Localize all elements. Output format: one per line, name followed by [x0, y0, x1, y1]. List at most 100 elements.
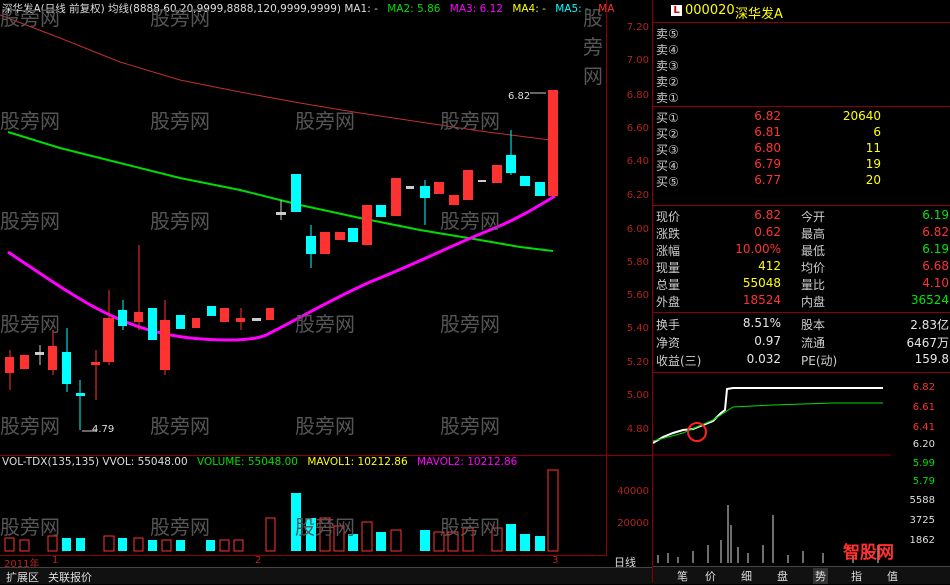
- candle: [320, 232, 330, 254]
- price-tick: 6.00: [626, 224, 649, 235]
- candle: [548, 90, 558, 196]
- order-book-row: 卖②: [656, 75, 679, 89]
- price-tick: 6.60: [626, 123, 649, 134]
- stock-name: 深华发A: [735, 7, 783, 22]
- watermark: 股旁网: [0, 109, 60, 133]
- candle: [391, 178, 401, 216]
- candle: [376, 205, 386, 217]
- badge-icon: L: [671, 5, 682, 16]
- tab-trend[interactable]: 势: [813, 568, 828, 584]
- watermark: 股旁网: [295, 109, 355, 133]
- stat-row: 现量 412 均价 6.68: [656, 259, 949, 275]
- candle: [335, 232, 345, 240]
- mini-tick: 6.20: [912, 439, 935, 450]
- intraday-mini-chart[interactable]: 6.82 6.61 6.41 6.20 5.99 5.79 5588 3725 …: [653, 375, 950, 565]
- tab-details[interactable]: 细: [741, 568, 752, 584]
- watermark: 股旁网: [440, 209, 500, 233]
- kline-chart[interactable]: 深华发A(日线 前复权) 均线(8888,60,20,9999,8888,120…: [0, 0, 614, 455]
- bottom-tab-bar: 扩展区 关联报价: [0, 567, 652, 584]
- price-tick: 5.20: [626, 357, 649, 368]
- order-book-row: 买④ 6.79 19: [656, 157, 881, 173]
- candle: [492, 165, 502, 183]
- candle: [76, 393, 85, 396]
- candle: [176, 315, 185, 329]
- high-price-label: 6.82: [508, 91, 531, 102]
- price-axis: 7.20 7.00 6.80 6.60 6.40 6.20 6.00 5.80 …: [606, 0, 653, 455]
- fundamental-row: 收益(三) 0.032 PE(动) 159.8: [656, 352, 949, 368]
- volume-svg: [4, 469, 559, 552]
- price-tick: 6.80: [626, 90, 649, 101]
- stat-row: 现价 6.82 今开 6.19: [656, 208, 949, 224]
- mini-tick: 6.41: [912, 422, 935, 433]
- tab-order-book[interactable]: 盘: [777, 568, 788, 584]
- order-book-row: 卖③: [656, 59, 679, 73]
- low-price-label: 4.79: [92, 424, 115, 435]
- kline-svg: [0, 14, 558, 432]
- order-book-row: 买① 6.82 20640: [656, 109, 881, 125]
- order-book-row: 买③ 6.80 11: [656, 141, 881, 157]
- candle: [478, 180, 486, 182]
- price-tick: 6.40: [626, 156, 649, 167]
- volume-chart[interactable]: VOL-TDX(135,135) VVOL: 55048.00 VOLUME: …: [0, 455, 606, 556]
- time-label-month: 1: [52, 555, 59, 566]
- fundamental-row: 净资 0.97 流通 6467万: [656, 334, 949, 350]
- brand-logo: 智股网: [843, 543, 894, 563]
- volume-tick: 40000: [617, 486, 649, 497]
- watermark: 股旁网: [295, 515, 355, 539]
- time-label-month: 2: [255, 555, 262, 566]
- tab-price-distribution[interactable]: 价: [705, 568, 716, 584]
- order-book-row: 卖⑤: [656, 27, 679, 41]
- mini-tick: 6.82: [912, 382, 935, 393]
- watermark: 股旁网: [0, 515, 60, 539]
- candle: [520, 176, 530, 186]
- stat-row: 总量 55048 量比 4.10: [656, 276, 949, 292]
- stat-row: 外盘 18524 内盘 36524: [656, 293, 949, 309]
- candle: [463, 170, 473, 200]
- watermark: 股旁网: [150, 515, 210, 539]
- order-book-row: 卖①: [656, 91, 679, 105]
- watermark: 股旁网: [0, 6, 60, 30]
- candle: [266, 308, 274, 320]
- volume-tick: 20000: [617, 518, 649, 529]
- quote-header: L 000020 深华发A: [653, 0, 950, 22]
- order-book-row: 买⑤ 6.77 20: [656, 173, 881, 189]
- candle: [291, 174, 301, 212]
- watermark: 股旁网: [583, 6, 603, 88]
- candle: [535, 182, 545, 196]
- candle: [348, 228, 358, 242]
- candle: [148, 308, 157, 340]
- watermark: 股旁网: [150, 109, 210, 133]
- mini-tick: 6.61: [912, 402, 935, 413]
- tab-tick-trades[interactable]: 笔: [677, 568, 688, 584]
- candle: [252, 318, 261, 321]
- time-label-month: 3: [552, 555, 559, 566]
- candle: [434, 182, 444, 194]
- watermark: 股旁网: [150, 6, 210, 30]
- candle: [406, 186, 414, 189]
- quote-panel: L 000020 深华发A 卖⑤ 卖④ 卖③ 卖② 卖① 买① 6.82 20640…: [652, 0, 950, 584]
- watermark: 股旁网: [440, 515, 500, 539]
- tab-index[interactable]: 指: [851, 568, 862, 584]
- price-tick: 4.80: [626, 424, 649, 435]
- mini-tick: 3725: [909, 515, 935, 526]
- price-tick: 6.20: [626, 190, 649, 201]
- order-book-row: 买② 6.81 6: [656, 125, 881, 141]
- mini-tick: 5588: [909, 495, 935, 506]
- watermark: 股旁网: [0, 312, 60, 336]
- order-book-row: 卖④: [656, 43, 679, 57]
- intraday-svg: [653, 387, 891, 563]
- candles: [5, 90, 558, 430]
- tab-value[interactable]: 值: [887, 568, 898, 584]
- stat-row: 涨跌 0.62 最高 6.82: [656, 225, 949, 241]
- watermark: 股旁网: [150, 414, 210, 438]
- stock-code: 000020: [685, 3, 735, 18]
- volume-axis: 40000 20000: [606, 455, 653, 556]
- watermark: 股旁网: [440, 109, 500, 133]
- intraday-avg-line: [653, 402, 883, 442]
- price-tick: 5.60: [626, 290, 649, 301]
- fundamental-row: 换手 8.51% 股本 2.83亿: [656, 316, 949, 332]
- candle: [20, 355, 29, 369]
- price-tick: 7.00: [626, 55, 649, 66]
- watermark: 股旁网: [295, 312, 355, 336]
- watermark: 股旁网: [440, 312, 500, 336]
